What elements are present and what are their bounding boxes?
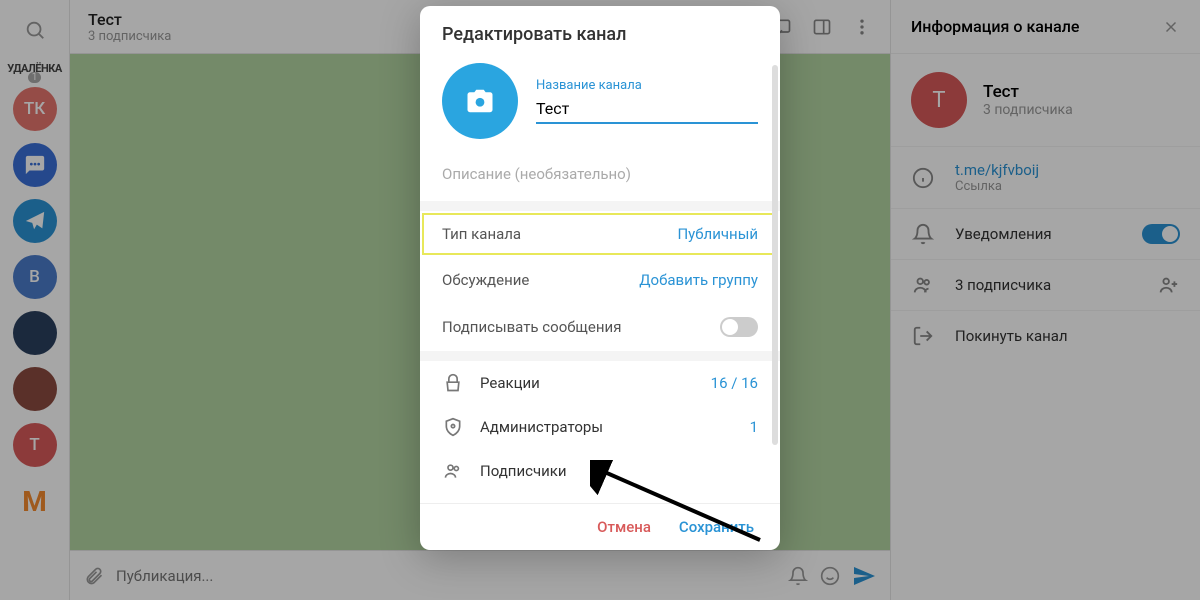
modal-scrollbar[interactable] [772, 65, 778, 445]
admins-row[interactable]: Администраторы 1 [420, 405, 780, 449]
admins-label: Администраторы [480, 418, 734, 436]
subs-label: Подписчики [480, 462, 758, 480]
reactions-icon [442, 373, 464, 393]
divider [420, 351, 780, 361]
discussion-label: Обсуждение [442, 271, 529, 289]
sign-messages-row[interactable]: Подписывать сообщения [420, 303, 780, 351]
channel-type-row[interactable]: Тип канала Публичный [420, 211, 780, 257]
shield-icon [442, 417, 464, 437]
description-input[interactable]: Описание (необязательно) [420, 155, 780, 201]
discussion-row[interactable]: Обсуждение Добавить группу [420, 257, 780, 303]
channel-photo-button[interactable] [442, 63, 518, 139]
sign-toggle[interactable] [720, 317, 758, 337]
reactions-row[interactable]: Реакции 16 / 16 [420, 361, 780, 405]
cancel-button[interactable]: Отмена [597, 518, 651, 536]
channel-type-label: Тип канала [442, 225, 521, 243]
save-button[interactable]: Сохранить [679, 518, 754, 536]
channel-type-value: Публичный [677, 225, 758, 243]
channel-name-input[interactable] [536, 95, 758, 124]
sign-label: Подписывать сообщения [442, 318, 621, 336]
people-icon [442, 461, 464, 481]
reactions-value: 16 / 16 [711, 374, 758, 392]
edit-channel-modal: Редактировать канал Название канала Опис… [420, 6, 780, 550]
subscribers-row[interactable]: Подписчики [420, 449, 780, 493]
divider [420, 201, 780, 211]
modal-title: Редактировать канал [420, 6, 780, 55]
admins-value: 1 [750, 418, 758, 436]
name-field-label: Название канала [536, 78, 758, 93]
discussion-value: Добавить группу [639, 271, 758, 289]
reactions-label: Реакции [480, 374, 695, 392]
